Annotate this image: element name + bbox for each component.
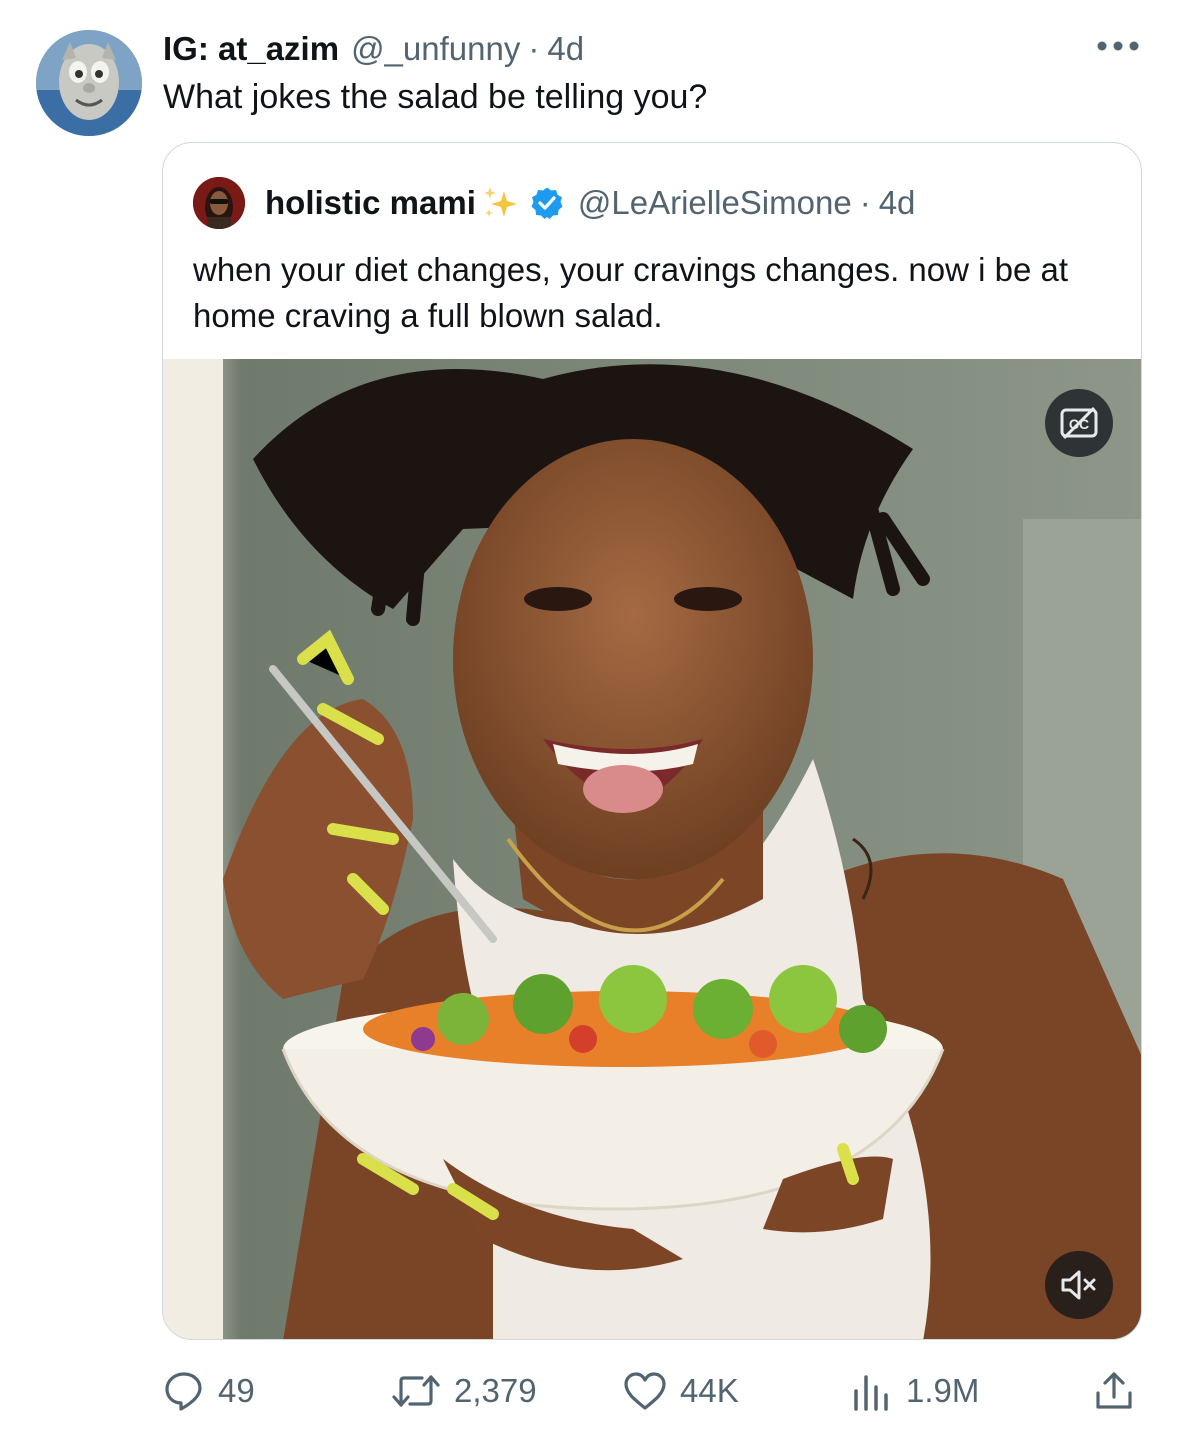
quoted-author-name[interactable]: holistic mami (265, 184, 476, 222)
views-button[interactable]: 1.9M (850, 1366, 979, 1416)
user-avatar[interactable] (36, 30, 142, 136)
unmute-button[interactable] (1045, 1251, 1113, 1319)
quoted-tweet-card[interactable]: holistic mami @LeArielleSimone · 4d when… (162, 142, 1142, 1340)
author-name[interactable]: IG: at_azim (163, 30, 339, 68)
reply-button[interactable]: 49 (162, 1366, 255, 1416)
share-button[interactable] (1092, 1366, 1148, 1416)
repost-icon (392, 1375, 440, 1407)
captions-icon: CC (1060, 406, 1098, 440)
reply-icon (165, 1372, 202, 1411)
separator-dot: · (528, 30, 540, 67)
video-frame (163, 359, 1141, 1339)
separator-dot: · (859, 184, 871, 221)
like-button[interactable]: 44K (622, 1366, 739, 1416)
quoted-author-handle[interactable]: @LeArielleSimone (578, 184, 852, 222)
tweet-header: IG: at_azim @_unfunny · 4d (163, 30, 584, 68)
quoted-tweet-header: holistic mami @LeArielleSimone · 4d (193, 177, 915, 229)
volume-muted-icon (1061, 1270, 1096, 1300)
share-icon (1096, 1372, 1132, 1409)
author-handle[interactable]: @_unfunny (351, 30, 520, 68)
like-count: 44K (680, 1372, 739, 1409)
quoted-author-avatar[interactable] (193, 177, 245, 229)
view-count: 1.9M (906, 1372, 980, 1409)
quoted-tweet-timestamp[interactable]: 4d (879, 184, 916, 222)
more-horizontal-icon[interactable] (1095, 34, 1141, 58)
action-bar: 49 2,379 44K 1.9M (162, 1366, 1142, 1416)
tweet-timestamp[interactable]: 4d (547, 30, 584, 68)
tweet-text: What jokes the salad be telling you? (163, 78, 708, 116)
repost-button[interactable]: 2,379 (390, 1366, 537, 1416)
reply-count: 49 (218, 1372, 255, 1409)
heart-icon (624, 1372, 666, 1410)
video-player[interactable]: CC (163, 359, 1141, 1339)
repost-count: 2,379 (454, 1372, 537, 1409)
captions-button[interactable]: CC (1045, 389, 1113, 457)
verified-badge-icon[interactable] (530, 186, 564, 220)
views-chart-icon (854, 1375, 888, 1411)
quoted-tweet-text: when your diet changes, your cravings ch… (193, 251, 1069, 334)
sparkles-icon (483, 187, 517, 217)
